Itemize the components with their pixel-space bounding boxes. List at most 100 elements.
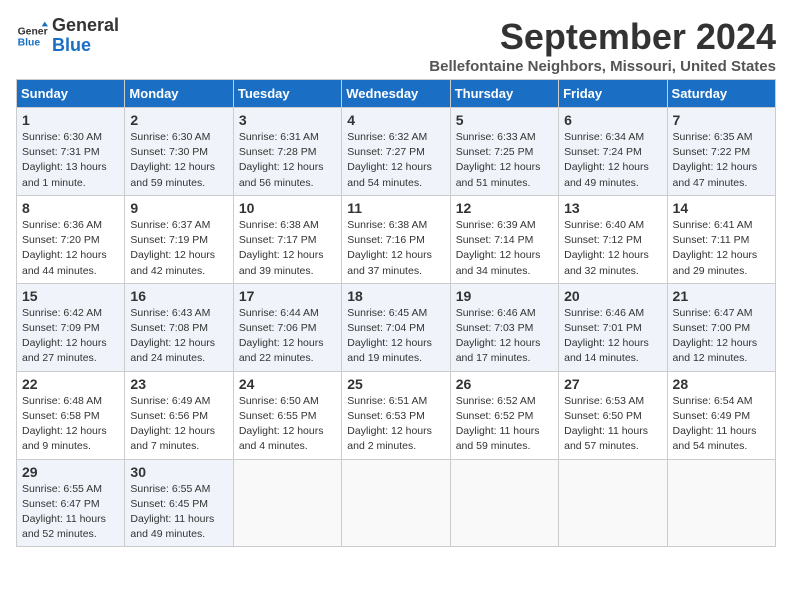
day-number: 23 (130, 376, 227, 392)
day-number: 9 (130, 200, 227, 216)
calendar-cell: 17Sunrise: 6:44 AM Sunset: 7:06 PM Dayli… (233, 283, 341, 371)
calendar-week-row: 22Sunrise: 6:48 AM Sunset: 6:58 PM Dayli… (17, 371, 776, 459)
calendar-cell: 11 Sunrise: 6:38 AM Sunset: 7:16 PM Dayli… (342, 195, 450, 283)
calendar-header: SundayMondayTuesdayWednesdayThursdayFrid… (17, 80, 776, 108)
day-number: 30 (130, 464, 227, 480)
calendar-cell: 22Sunrise: 6:48 AM Sunset: 6:58 PM Dayli… (17, 371, 125, 459)
calendar-cell: 4Sunrise: 6:32 AM Sunset: 7:27 PM Daylig… (342, 108, 450, 196)
day-number: 26 (456, 376, 553, 392)
day-info: Sunrise: 6:48 AM Sunset: 6:58 PM Dayligh… (22, 394, 119, 455)
day-number: 3 (239, 112, 336, 128)
day-number: 28 (673, 376, 770, 392)
day-info: Sunrise: 6:36 AM Sunset: 7:20 PM Dayligh… (22, 218, 119, 279)
day-info: Sunrise: 6:35 AM Sunset: 7:22 PM Dayligh… (673, 130, 770, 191)
calendar-cell: 28 Sunrise: 6:54 AM Sunset: 6:49 PM Dayli… (667, 371, 775, 459)
day-number: 11 (347, 200, 444, 216)
calendar-cell: 12 Sunrise: 6:39 AM Sunset: 7:14 PM Dayli… (450, 195, 558, 283)
day-info: Sunrise: 6:53 AM Sunset: 6:50 PM Dayligh… (564, 394, 661, 455)
calendar-cell: 26Sunrise: 6:52 AM Sunset: 6:52 PM Dayli… (450, 371, 558, 459)
day-info: Sunrise: 6:31 AM Sunset: 7:28 PM Dayligh… (239, 130, 336, 191)
day-info: Sunrise: 6:46 AM Sunset: 7:01 PM Dayligh… (564, 306, 661, 367)
day-number: 13 (564, 200, 661, 216)
day-number: 6 (564, 112, 661, 128)
day-info: Sunrise: 6:55 AM Sunset: 6:47 PM Dayligh… (22, 482, 119, 543)
calendar-cell (450, 459, 558, 547)
calendar-cell: 25 Sunrise: 6:51 AM Sunset: 6:53 PM Dayli… (342, 371, 450, 459)
day-info: Sunrise: 6:30 AM Sunset: 7:30 PM Dayligh… (130, 130, 227, 191)
title-block: September 2024 Bellefontaine Neighbors, … (429, 16, 776, 75)
calendar-cell: 30 Sunrise: 6:55 AM Sunset: 6:45 PM Dayli… (125, 459, 233, 547)
calendar-cell: 29 Sunrise: 6:55 AM Sunset: 6:47 PM Dayli… (17, 459, 125, 547)
calendar-subtitle: Bellefontaine Neighbors, Missouri, Unite… (429, 58, 776, 75)
day-number: 21 (673, 288, 770, 304)
weekday-header: Tuesday (233, 80, 341, 108)
day-info: Sunrise: 6:33 AM Sunset: 7:25 PM Dayligh… (456, 130, 553, 191)
calendar-cell: 19 Sunrise: 6:46 AM Sunset: 7:03 PM Dayli… (450, 283, 558, 371)
calendar-cell: 27Sunrise: 6:53 AM Sunset: 6:50 PM Dayli… (559, 371, 667, 459)
calendar-cell: 14 Sunrise: 6:41 AM Sunset: 7:11 PM Dayli… (667, 195, 775, 283)
day-info: Sunrise: 6:47 AM Sunset: 7:00 PM Dayligh… (673, 306, 770, 367)
calendar-cell: 16 Sunrise: 6:43 AM Sunset: 7:08 PM Dayli… (125, 283, 233, 371)
calendar-cell (667, 459, 775, 547)
day-number: 18 (347, 288, 444, 304)
calendar-week-row: 8 Sunrise: 6:36 AM Sunset: 7:20 PM Daylig… (17, 195, 776, 283)
weekday-header: Wednesday (342, 80, 450, 108)
day-number: 14 (673, 200, 770, 216)
day-number: 29 (22, 464, 119, 480)
svg-text:General: General (18, 26, 48, 37)
weekday-header: Friday (559, 80, 667, 108)
day-info: Sunrise: 6:55 AM Sunset: 6:45 PM Dayligh… (130, 482, 227, 543)
calendar-cell: 21 Sunrise: 6:47 AM Sunset: 7:00 PM Dayli… (667, 283, 775, 371)
day-number: 5 (456, 112, 553, 128)
logo-text: GeneralBlue (52, 16, 119, 56)
calendar-title: September 2024 (429, 16, 776, 58)
calendar-week-row: 29 Sunrise: 6:55 AM Sunset: 6:47 PM Dayli… (17, 459, 776, 547)
calendar-cell (233, 459, 341, 547)
day-info: Sunrise: 6:45 AM Sunset: 7:04 PM Dayligh… (347, 306, 444, 367)
weekday-header: Sunday (17, 80, 125, 108)
day-number: 4 (347, 112, 444, 128)
day-info: Sunrise: 6:34 AM Sunset: 7:24 PM Dayligh… (564, 130, 661, 191)
calendar-cell: 20 Sunrise: 6:46 AM Sunset: 7:01 PM Dayli… (559, 283, 667, 371)
calendar-body: 1Sunrise: 6:30 AM Sunset: 7:31 PM Daylig… (17, 108, 776, 547)
calendar-cell: 2 Sunrise: 6:30 AM Sunset: 7:30 PM Daylig… (125, 108, 233, 196)
day-info: Sunrise: 6:49 AM Sunset: 6:56 PM Dayligh… (130, 394, 227, 455)
day-info: Sunrise: 6:54 AM Sunset: 6:49 PM Dayligh… (673, 394, 770, 455)
calendar-week-row: 15 Sunrise: 6:42 AM Sunset: 7:09 PM Dayli… (17, 283, 776, 371)
day-number: 24 (239, 376, 336, 392)
day-number: 8 (22, 200, 119, 216)
logo: General Blue GeneralBlue (16, 16, 119, 56)
calendar-table: SundayMondayTuesdayWednesdayThursdayFrid… (16, 79, 776, 547)
calendar-cell: 5 Sunrise: 6:33 AM Sunset: 7:25 PM Daylig… (450, 108, 558, 196)
day-number: 12 (456, 200, 553, 216)
weekday-header: Saturday (667, 80, 775, 108)
calendar-cell: 10Sunrise: 6:38 AM Sunset: 7:17 PM Dayli… (233, 195, 341, 283)
calendar-cell (559, 459, 667, 547)
day-number: 16 (130, 288, 227, 304)
page-header: General Blue GeneralBlue September 2024 … (16, 16, 776, 75)
day-number: 7 (673, 112, 770, 128)
calendar-cell: 24Sunrise: 6:50 AM Sunset: 6:55 PM Dayli… (233, 371, 341, 459)
day-info: Sunrise: 6:41 AM Sunset: 7:11 PM Dayligh… (673, 218, 770, 279)
day-info: Sunrise: 6:42 AM Sunset: 7:09 PM Dayligh… (22, 306, 119, 367)
day-number: 20 (564, 288, 661, 304)
day-number: 2 (130, 112, 227, 128)
day-info: Sunrise: 6:39 AM Sunset: 7:14 PM Dayligh… (456, 218, 553, 279)
calendar-week-row: 1Sunrise: 6:30 AM Sunset: 7:31 PM Daylig… (17, 108, 776, 196)
day-number: 15 (22, 288, 119, 304)
calendar-cell: 1Sunrise: 6:30 AM Sunset: 7:31 PM Daylig… (17, 108, 125, 196)
svg-text:Blue: Blue (18, 37, 41, 48)
day-number: 1 (22, 112, 119, 128)
calendar-cell: 15 Sunrise: 6:42 AM Sunset: 7:09 PM Dayli… (17, 283, 125, 371)
day-number: 25 (347, 376, 444, 392)
day-info: Sunrise: 6:43 AM Sunset: 7:08 PM Dayligh… (130, 306, 227, 367)
calendar-cell: 18 Sunrise: 6:45 AM Sunset: 7:04 PM Dayli… (342, 283, 450, 371)
calendar-cell: 3 Sunrise: 6:31 AM Sunset: 7:28 PM Daylig… (233, 108, 341, 196)
day-info: Sunrise: 6:51 AM Sunset: 6:53 PM Dayligh… (347, 394, 444, 455)
day-info: Sunrise: 6:46 AM Sunset: 7:03 PM Dayligh… (456, 306, 553, 367)
day-number: 10 (239, 200, 336, 216)
header-row: SundayMondayTuesdayWednesdayThursdayFrid… (17, 80, 776, 108)
calendar-cell (342, 459, 450, 547)
day-info: Sunrise: 6:38 AM Sunset: 7:16 PM Dayligh… (347, 218, 444, 279)
day-number: 19 (456, 288, 553, 304)
